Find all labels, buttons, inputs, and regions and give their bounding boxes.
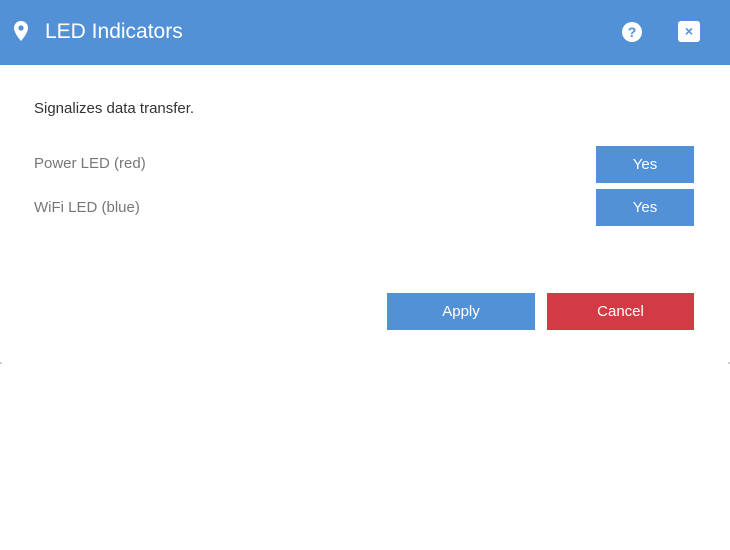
wifi-led-toggle-button[interactable]: Yes (596, 189, 694, 226)
close-icon[interactable]: × (678, 21, 700, 42)
wifi-led-label: WiFi LED (blue) (34, 199, 140, 216)
help-icon[interactable]: ? (622, 22, 642, 42)
dialog-title: LED Indicators (45, 20, 183, 43)
dialog-description: Signalizes data transfer. (34, 100, 195, 117)
dialog-edge-left (0, 362, 2, 364)
cancel-button[interactable]: Cancel (547, 293, 694, 330)
apply-button[interactable]: Apply (387, 293, 535, 330)
led-indicators-dialog: LED Indicators ? × Signalizes data trans… (0, 0, 730, 364)
map-pin-icon (14, 21, 28, 41)
power-led-toggle-button[interactable]: Yes (596, 146, 694, 183)
dialog-titlebar: LED Indicators ? × (0, 0, 730, 65)
power-led-label: Power LED (red) (34, 155, 146, 172)
